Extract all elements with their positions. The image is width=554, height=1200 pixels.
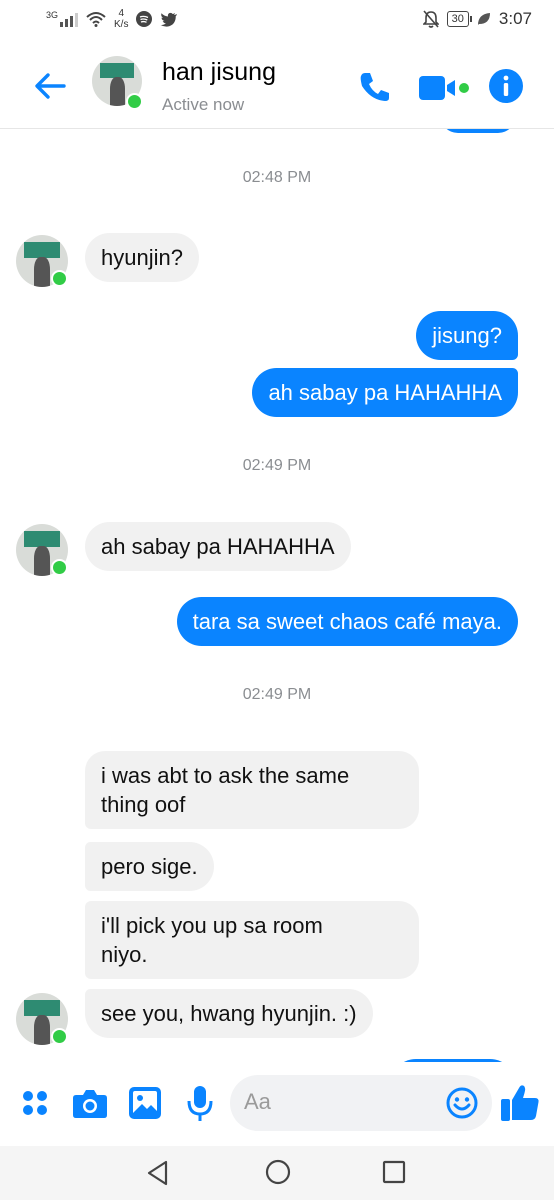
message-bubble-incoming[interactable]: pero sige.: [85, 842, 214, 891]
battery-icon: 30: [446, 11, 473, 27]
timestamp: 02:49 PM: [242, 457, 312, 474]
input-placeholder: Aa: [244, 1089, 271, 1114]
message-bubble-incoming[interactable]: see you, hwang hyunjin. :): [85, 989, 373, 1038]
message-bubble-incoming[interactable]: i'll pick you up sa room niyo.: [85, 901, 419, 979]
wifi-icon: [86, 12, 106, 27]
status-bar: 3G 4 K/s 30 3:07: [0, 0, 554, 42]
presence-dot: [51, 270, 68, 287]
image-icon[interactable]: [128, 1086, 162, 1120]
info-icon[interactable]: [488, 68, 524, 104]
message-bubble-partial[interactable]: [440, 129, 516, 133]
like-icon[interactable]: [500, 1084, 540, 1122]
back-arrow-icon[interactable]: [30, 66, 70, 106]
nav-home-icon[interactable]: [264, 1158, 292, 1186]
mic-icon[interactable]: [186, 1085, 214, 1123]
network-speed: 4 K/s: [114, 8, 129, 30]
mute-icon: [422, 10, 439, 28]
active-status: Active now: [162, 95, 245, 114]
nav-recents-icon[interactable]: [382, 1160, 406, 1184]
system-nav-bar: [0, 1146, 554, 1200]
message-bubble-incoming[interactable]: ah sabay pa HAHAHHA: [85, 522, 351, 571]
avatar-sign-graphic: [100, 63, 134, 78]
message-line: i was abt to ask the same: [101, 763, 350, 788]
spotify-icon: [136, 11, 153, 27]
chat-header: han jisung Active now: [0, 42, 554, 129]
message-line: thing oof: [101, 792, 186, 817]
emoji-icon[interactable]: [446, 1087, 478, 1119]
message-bubble-incoming[interactable]: hyunjin?: [85, 233, 199, 282]
contact-name[interactable]: han jisung: [162, 58, 276, 87]
leaf-icon: [477, 13, 490, 25]
message-input[interactable]: Aa: [230, 1075, 492, 1131]
presence-dot: [51, 559, 68, 576]
menu-grid-icon[interactable]: [20, 1088, 50, 1118]
composer-bar: Aa: [0, 1062, 554, 1146]
video-icon[interactable]: [418, 74, 472, 102]
nav-back-icon[interactable]: [146, 1160, 170, 1186]
message-bubble-incoming[interactable]: i was abt to ask the same thing oof: [85, 751, 419, 829]
signal-icon: 3G: [46, 10, 79, 27]
message-line: niyo.: [101, 942, 148, 967]
twitter-icon: [160, 12, 178, 27]
network-type: 3G: [46, 10, 59, 20]
message-list[interactable]: 02:48 PM hyunjin? jisung? ah sabay pa HA…: [0, 129, 554, 1062]
presence-dot: [126, 93, 143, 110]
timestamp: 02:49 PM: [242, 686, 312, 703]
presence-dot: [51, 1028, 68, 1045]
status-left: 3G 4 K/s: [46, 8, 178, 30]
message-bubble-outgoing[interactable]: jisung?: [416, 311, 518, 360]
timestamp: 02:48 PM: [242, 169, 312, 186]
clock: 3:07: [498, 9, 532, 28]
message-bubble-outgoing[interactable]: ah sabay pa HAHAHHA: [252, 368, 518, 417]
message-line: i'll pick you up sa room: [101, 913, 323, 938]
camera-icon[interactable]: [72, 1087, 108, 1119]
message-bubble-outgoing[interactable]: tara sa sweet chaos café maya.: [176, 597, 518, 646]
status-right: 30 3:07: [422, 9, 532, 29]
phone-icon[interactable]: [358, 70, 392, 104]
